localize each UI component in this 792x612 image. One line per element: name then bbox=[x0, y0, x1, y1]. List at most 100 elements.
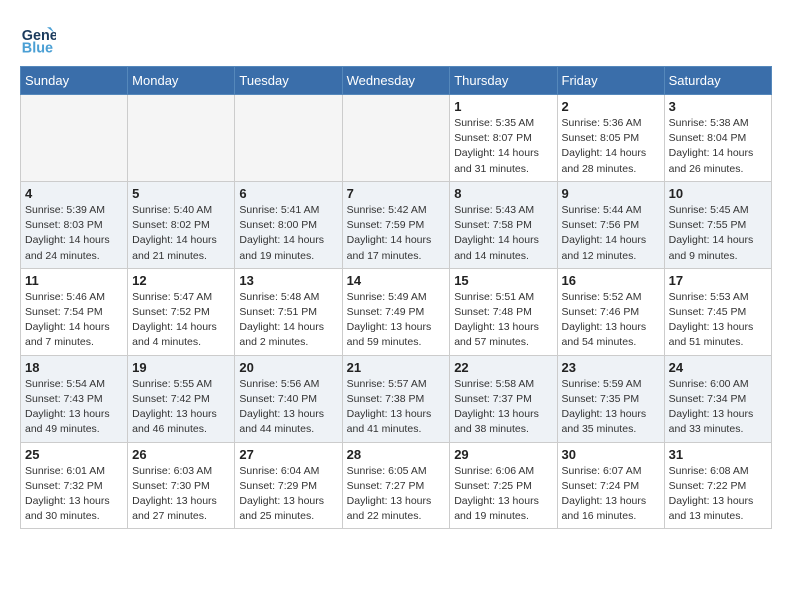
day-number: 9 bbox=[562, 186, 660, 201]
calendar-week-1: 1 Sunrise: 5:35 AM Sunset: 8:07 PM Daylig… bbox=[21, 95, 772, 182]
weekday-header-tuesday: Tuesday bbox=[235, 67, 342, 95]
calendar-cell: 25 Sunrise: 6:01 AM Sunset: 7:32 PM Dayli… bbox=[21, 442, 128, 529]
day-number: 1 bbox=[454, 99, 552, 114]
calendar-cell: 15 Sunrise: 5:51 AM Sunset: 7:48 PM Dayli… bbox=[450, 268, 557, 355]
day-number: 31 bbox=[669, 447, 767, 462]
weekday-header-row: SundayMondayTuesdayWednesdayThursdayFrid… bbox=[21, 67, 772, 95]
weekday-header-saturday: Saturday bbox=[664, 67, 771, 95]
calendar-cell: 7 Sunrise: 5:42 AM Sunset: 7:59 PM Daylig… bbox=[342, 181, 450, 268]
calendar-cell: 5 Sunrise: 5:40 AM Sunset: 8:02 PM Daylig… bbox=[128, 181, 235, 268]
calendar-week-2: 4 Sunrise: 5:39 AM Sunset: 8:03 PM Daylig… bbox=[21, 181, 772, 268]
day-info: Sunrise: 5:58 AM Sunset: 7:37 PM Dayligh… bbox=[454, 377, 552, 438]
day-number: 30 bbox=[562, 447, 660, 462]
calendar-cell: 28Sunrise: 6:05 AM Sunset: 7:27 PM Dayli… bbox=[342, 442, 450, 529]
day-number: 21 bbox=[347, 360, 446, 375]
calendar-cell: 13 Sunrise: 5:48 AM Sunset: 7:51 PM Dayli… bbox=[235, 268, 342, 355]
day-number: 22 bbox=[454, 360, 552, 375]
day-number: 13 bbox=[239, 273, 337, 288]
day-info: Sunrise: 5:38 AM Sunset: 8:04 PM Dayligh… bbox=[669, 116, 767, 177]
calendar-cell: 14 Sunrise: 5:49 AM Sunset: 7:49 PM Dayli… bbox=[342, 268, 450, 355]
calendar-cell: 6Sunrise: 5:41 AM Sunset: 8:00 PM Daylig… bbox=[235, 181, 342, 268]
day-info: Sunrise: 5:49 AM Sunset: 7:49 PM Dayligh… bbox=[347, 290, 446, 351]
day-info: Sunrise: 5:36 AM Sunset: 8:05 PM Dayligh… bbox=[562, 116, 660, 177]
calendar-cell: 10 Sunrise: 5:45 AM Sunset: 7:55 PM Dayli… bbox=[664, 181, 771, 268]
day-number: 7 bbox=[347, 186, 446, 201]
calendar-cell: 12Sunrise: 5:47 AM Sunset: 7:52 PM Dayli… bbox=[128, 268, 235, 355]
day-number: 24 bbox=[669, 360, 767, 375]
day-info: Sunrise: 5:43 AM Sunset: 7:58 PM Dayligh… bbox=[454, 203, 552, 264]
day-number: 5 bbox=[132, 186, 230, 201]
day-number: 19 bbox=[132, 360, 230, 375]
calendar-week-5: 25 Sunrise: 6:01 AM Sunset: 7:32 PM Dayli… bbox=[21, 442, 772, 529]
day-info: Sunrise: 5:53 AM Sunset: 7:45 PM Dayligh… bbox=[669, 290, 767, 351]
day-number: 17 bbox=[669, 273, 767, 288]
day-number: 3 bbox=[669, 99, 767, 114]
day-info: Sunrise: 5:45 AM Sunset: 7:55 PM Dayligh… bbox=[669, 203, 767, 264]
day-info: Sunrise: 5:51 AM Sunset: 7:48 PM Dayligh… bbox=[454, 290, 552, 351]
calendar-cell: 24Sunrise: 6:00 AM Sunset: 7:34 PM Dayli… bbox=[664, 355, 771, 442]
day-number: 10 bbox=[669, 186, 767, 201]
calendar-cell: 4 Sunrise: 5:39 AM Sunset: 8:03 PM Daylig… bbox=[21, 181, 128, 268]
day-info: Sunrise: 5:55 AM Sunset: 7:42 PM Dayligh… bbox=[132, 377, 230, 438]
day-info: Sunrise: 5:42 AM Sunset: 7:59 PM Dayligh… bbox=[347, 203, 446, 264]
calendar-cell: 8Sunrise: 5:43 AM Sunset: 7:58 PM Daylig… bbox=[450, 181, 557, 268]
calendar-week-4: 18 Sunrise: 5:54 AM Sunset: 7:43 PM Dayli… bbox=[21, 355, 772, 442]
calendar-cell: 29 Sunrise: 6:06 AM Sunset: 7:25 PM Dayli… bbox=[450, 442, 557, 529]
day-number: 28 bbox=[347, 447, 446, 462]
calendar-cell: 21 Sunrise: 5:57 AM Sunset: 7:38 PM Dayli… bbox=[342, 355, 450, 442]
day-info: Sunrise: 6:08 AM Sunset: 7:22 PM Dayligh… bbox=[669, 464, 767, 525]
day-info: Sunrise: 6:06 AM Sunset: 7:25 PM Dayligh… bbox=[454, 464, 552, 525]
day-number: 16 bbox=[562, 273, 660, 288]
day-number: 15 bbox=[454, 273, 552, 288]
calendar-cell: 1 Sunrise: 5:35 AM Sunset: 8:07 PM Daylig… bbox=[450, 95, 557, 182]
calendar-cell: 23Sunrise: 5:59 AM Sunset: 7:35 PM Dayli… bbox=[557, 355, 664, 442]
day-info: Sunrise: 5:35 AM Sunset: 8:07 PM Dayligh… bbox=[454, 116, 552, 177]
calendar-week-3: 11 Sunrise: 5:46 AM Sunset: 7:54 PM Dayli… bbox=[21, 268, 772, 355]
day-info: Sunrise: 5:47 AM Sunset: 7:52 PM Dayligh… bbox=[132, 290, 230, 351]
day-number: 2 bbox=[562, 99, 660, 114]
calendar-table: SundayMondayTuesdayWednesdayThursdayFrid… bbox=[20, 66, 772, 529]
calendar-cell: 9 Sunrise: 5:44 AM Sunset: 7:56 PM Daylig… bbox=[557, 181, 664, 268]
calendar-cell: 22 Sunrise: 5:58 AM Sunset: 7:37 PM Dayli… bbox=[450, 355, 557, 442]
calendar-cell: 18 Sunrise: 5:54 AM Sunset: 7:43 PM Dayli… bbox=[21, 355, 128, 442]
day-number: 25 bbox=[25, 447, 123, 462]
day-number: 29 bbox=[454, 447, 552, 462]
calendar-cell: 19 Sunrise: 5:55 AM Sunset: 7:42 PM Dayli… bbox=[128, 355, 235, 442]
day-number: 11 bbox=[25, 273, 123, 288]
weekday-header-wednesday: Wednesday bbox=[342, 67, 450, 95]
day-info: Sunrise: 6:01 AM Sunset: 7:32 PM Dayligh… bbox=[25, 464, 123, 525]
calendar-cell: 11 Sunrise: 5:46 AM Sunset: 7:54 PM Dayli… bbox=[21, 268, 128, 355]
calendar-cell: 2 Sunrise: 5:36 AM Sunset: 8:05 PM Daylig… bbox=[557, 95, 664, 182]
calendar-cell: 3 Sunrise: 5:38 AM Sunset: 8:04 PM Daylig… bbox=[664, 95, 771, 182]
weekday-header-thursday: Thursday bbox=[450, 67, 557, 95]
calendar-cell bbox=[235, 95, 342, 182]
weekday-header-sunday: Sunday bbox=[21, 67, 128, 95]
day-info: Sunrise: 6:04 AM Sunset: 7:29 PM Dayligh… bbox=[239, 464, 337, 525]
day-info: Sunrise: 5:44 AM Sunset: 7:56 PM Dayligh… bbox=[562, 203, 660, 264]
logo: General Blue bbox=[20, 20, 56, 56]
day-info: Sunrise: 5:56 AM Sunset: 7:40 PM Dayligh… bbox=[239, 377, 337, 438]
day-info: Sunrise: 5:54 AM Sunset: 7:43 PM Dayligh… bbox=[25, 377, 123, 438]
day-info: Sunrise: 5:52 AM Sunset: 7:46 PM Dayligh… bbox=[562, 290, 660, 351]
calendar-cell: 30Sunrise: 6:07 AM Sunset: 7:24 PM Dayli… bbox=[557, 442, 664, 529]
day-number: 26 bbox=[132, 447, 230, 462]
day-info: Sunrise: 5:46 AM Sunset: 7:54 PM Dayligh… bbox=[25, 290, 123, 351]
day-number: 18 bbox=[25, 360, 123, 375]
day-number: 27 bbox=[239, 447, 337, 462]
logo-icon: General Blue bbox=[20, 20, 56, 56]
page-header: General Blue bbox=[20, 20, 772, 56]
calendar-cell: 17 Sunrise: 5:53 AM Sunset: 7:45 PM Dayli… bbox=[664, 268, 771, 355]
day-number: 4 bbox=[25, 186, 123, 201]
weekday-header-friday: Friday bbox=[557, 67, 664, 95]
calendar-cell: 31 Sunrise: 6:08 AM Sunset: 7:22 PM Dayli… bbox=[664, 442, 771, 529]
day-info: Sunrise: 5:48 AM Sunset: 7:51 PM Dayligh… bbox=[239, 290, 337, 351]
calendar-cell: 20 Sunrise: 5:56 AM Sunset: 7:40 PM Dayli… bbox=[235, 355, 342, 442]
day-info: Sunrise: 5:41 AM Sunset: 8:00 PM Dayligh… bbox=[239, 203, 337, 264]
svg-text:Blue: Blue bbox=[22, 40, 53, 56]
day-info: Sunrise: 5:40 AM Sunset: 8:02 PM Dayligh… bbox=[132, 203, 230, 264]
calendar-cell: 27 Sunrise: 6:04 AM Sunset: 7:29 PM Dayli… bbox=[235, 442, 342, 529]
day-number: 14 bbox=[347, 273, 446, 288]
day-info: Sunrise: 5:39 AM Sunset: 8:03 PM Dayligh… bbox=[25, 203, 123, 264]
day-number: 20 bbox=[239, 360, 337, 375]
day-info: Sunrise: 5:57 AM Sunset: 7:38 PM Dayligh… bbox=[347, 377, 446, 438]
